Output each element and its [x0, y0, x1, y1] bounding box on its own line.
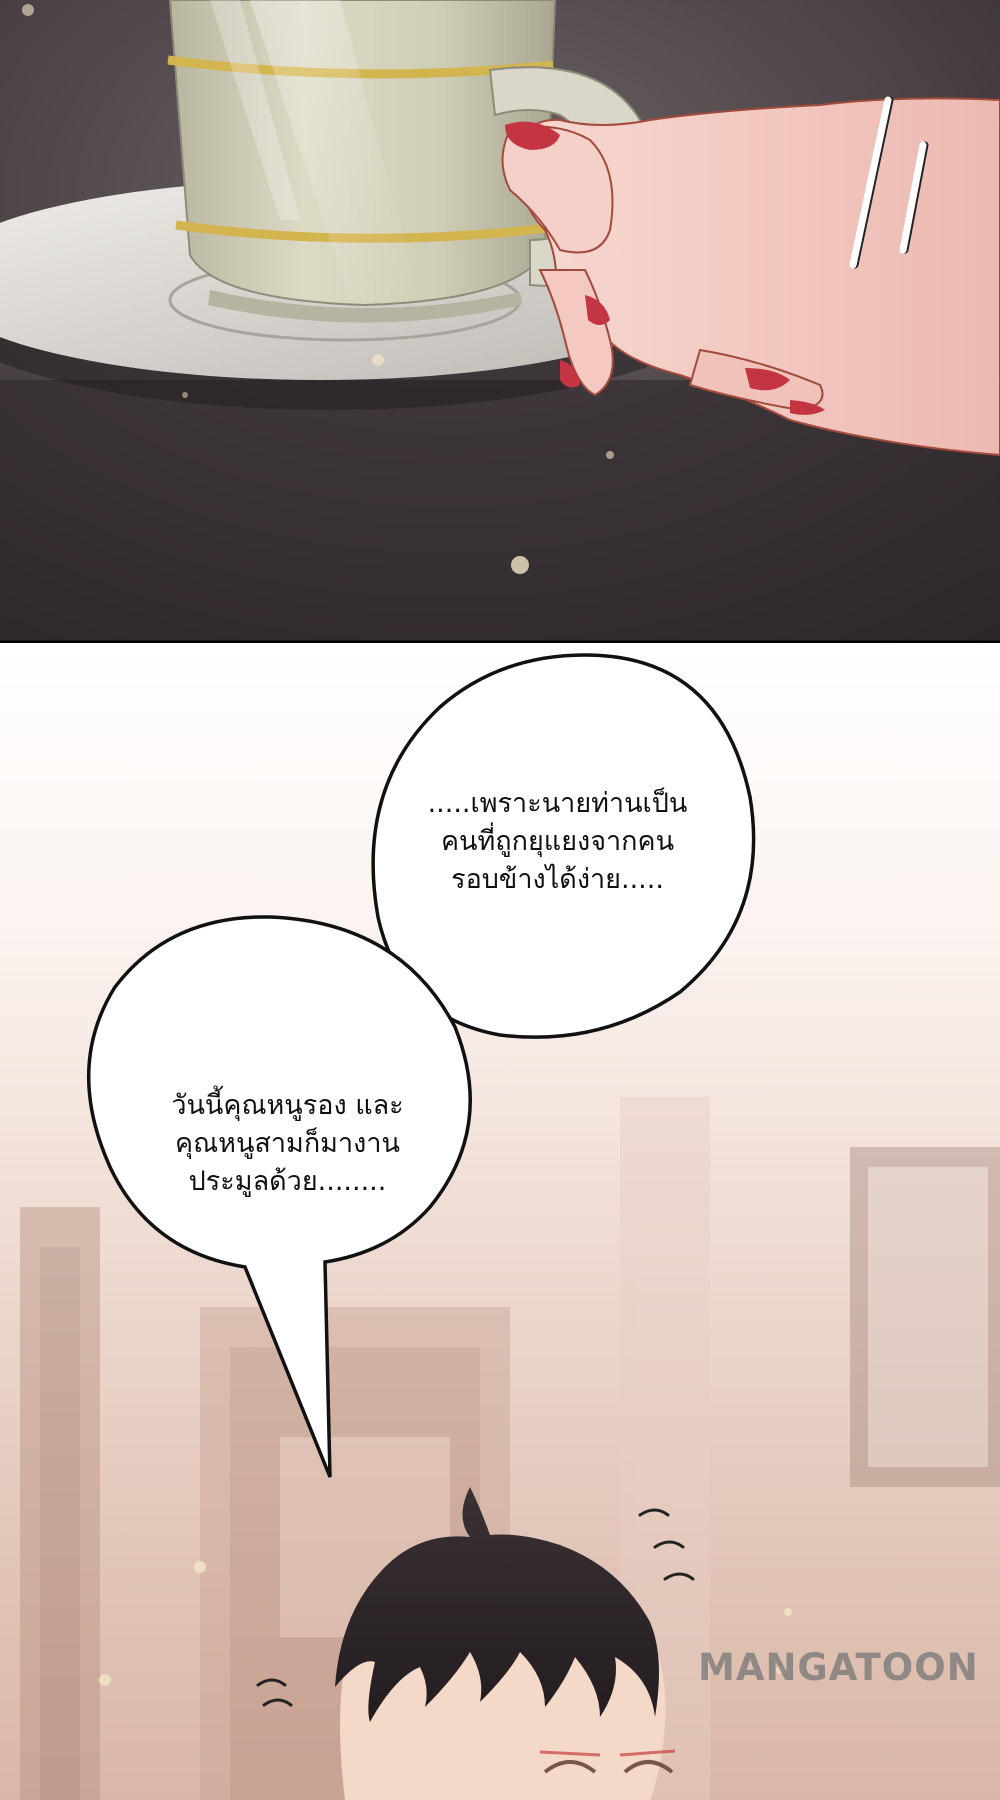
- speech-line: วันนี้คุณหนูรอง และ: [171, 1090, 404, 1121]
- mangatoon-watermark: MANGATOON: [698, 1646, 979, 1689]
- speech-line: รอบข้างได้ง่าย.....: [451, 864, 664, 895]
- speech-line: คนที่ถูกยุแยงจากคน: [440, 826, 675, 857]
- speech-bubble-1-text: .....เพราะนายท่านเป็น คนที่ถูกยุแยงจากคน…: [375, 785, 740, 899]
- manga-page: .....เพราะนายท่านเป็น คนที่ถูกยุแยงจากคน…: [0, 0, 1000, 1800]
- speech-line: .....เพราะนายท่านเป็น: [427, 788, 688, 819]
- panel-teacup: [0, 0, 1000, 643]
- speech-bubble-2-text: วันนี้คุณหนูรอง และ คุณหนูสามก็มางาน ประ…: [115, 1087, 460, 1201]
- teacup-illustration: [0, 0, 1000, 643]
- speech-line: ประมูลด้วย........: [188, 1166, 387, 1197]
- speech-line: คุณหนูสามก็มางาน: [175, 1128, 400, 1159]
